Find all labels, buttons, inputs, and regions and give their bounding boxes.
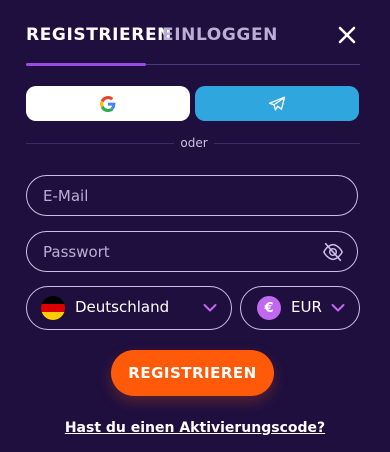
email-field[interactable] (26, 175, 358, 216)
chevron-down-icon (203, 304, 217, 312)
activation-code-link[interactable]: Hast du einen Aktivierungscode? (0, 420, 390, 436)
chevron-down-icon (331, 304, 345, 312)
eye-slash-icon[interactable] (322, 241, 344, 263)
euro-icon: € (257, 296, 281, 320)
divider-left (26, 143, 174, 144)
telegram-login-button[interactable] (195, 86, 359, 121)
tab-active-indicator (26, 63, 146, 66)
close-icon[interactable] (338, 26, 356, 44)
auth-tabs: REGISTRIEREN EINLOGGEN (26, 22, 360, 66)
register-button[interactable]: REGISTRIEREN (111, 350, 274, 396)
telegram-paper-plane-icon (268, 96, 286, 111)
currency-select[interactable]: € EUR (240, 286, 360, 330)
germany-flag-icon (41, 296, 65, 320)
google-g-icon (100, 95, 116, 112)
divider-right (214, 143, 360, 144)
tab-register[interactable]: REGISTRIEREN (26, 25, 172, 45)
currency-label: EUR (291, 298, 322, 316)
divider-text: oder (180, 136, 208, 150)
country-label: Deutschland (75, 298, 170, 316)
password-field[interactable] (26, 231, 358, 272)
google-login-button[interactable] (26, 86, 190, 121)
country-select[interactable]: Deutschland (26, 286, 232, 330)
tab-login[interactable]: EINLOGGEN (162, 25, 278, 45)
